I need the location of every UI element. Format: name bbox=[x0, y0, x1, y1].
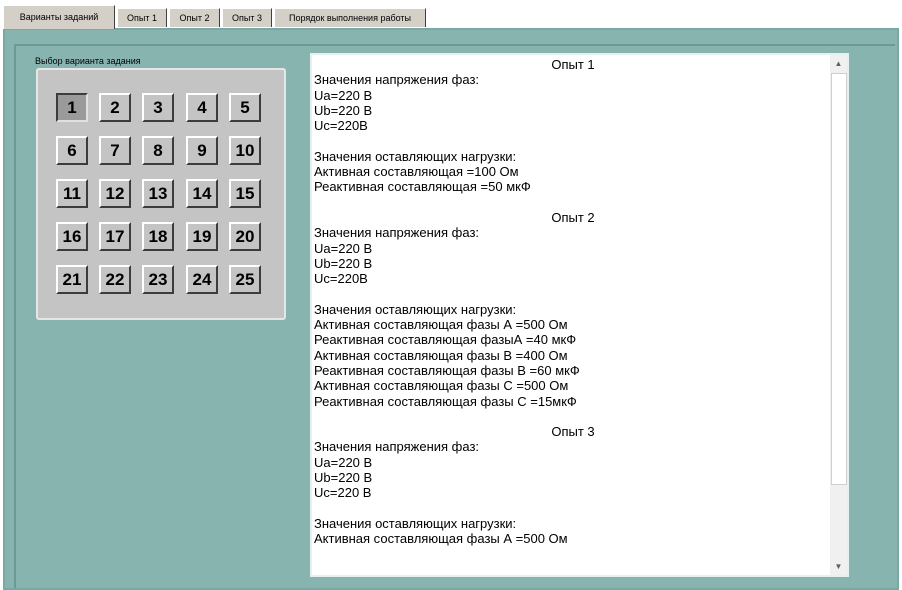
variant-button-12[interactable]: 12 bbox=[99, 179, 131, 208]
text-line: Ub=220 В bbox=[314, 470, 373, 486]
text-line: Ua=220 В bbox=[314, 454, 373, 470]
variant-button-17[interactable]: 17 bbox=[99, 222, 131, 251]
variant-group-label: Выбор варианта задания bbox=[35, 56, 141, 66]
variant-button-19[interactable]: 19 bbox=[186, 222, 218, 251]
text-line: Ua=220 В bbox=[314, 240, 373, 256]
text-line: Значения напряжения фаз: bbox=[314, 225, 480, 241]
text-line: Значения оставляющих нагрузки: bbox=[314, 148, 517, 164]
text-line: Значения напряжения фаз: bbox=[314, 439, 480, 455]
text-line: Uc=220В bbox=[314, 118, 368, 134]
text-line bbox=[314, 286, 832, 301]
tab-experiment-3[interactable]: Опыт 3 bbox=[222, 8, 272, 27]
variant-button-10[interactable]: 10 bbox=[229, 136, 261, 165]
tab-strip: Варианты заданий Опыт 1 Опыт 2 Опыт 3 По… bbox=[0, 5, 902, 29]
section-heading: Опыт 3 bbox=[551, 424, 595, 440]
text-line bbox=[314, 133, 832, 148]
text-line: Активная составляющая =100 Ом bbox=[314, 164, 519, 180]
variant-button-20[interactable]: 20 bbox=[229, 222, 261, 251]
down-arrow-icon[interactable]: ▼ bbox=[830, 558, 847, 575]
variant-button-7[interactable]: 7 bbox=[99, 136, 131, 165]
text-line bbox=[314, 501, 832, 516]
text-line: Реактивная составляющая фазыА =40 мкФ bbox=[314, 332, 577, 348]
text-line: Ub=220 В bbox=[314, 255, 373, 271]
text-line: Активная составляющая фазы С =500 Ом bbox=[314, 378, 569, 394]
variant-button-21[interactable]: 21 bbox=[56, 265, 88, 294]
variant-button-9[interactable]: 9 bbox=[186, 136, 218, 165]
variant-button-5[interactable]: 5 bbox=[229, 93, 261, 122]
text-line: Активная составляющая фазы А =500 Ом bbox=[314, 531, 568, 547]
section-heading: Опыт 2 bbox=[551, 209, 595, 225]
tab-experiment-1[interactable]: Опыт 1 bbox=[117, 8, 167, 27]
experiments-text-content: Опыт 1 Значения напряжения фаз: Ua=220 В Ub… bbox=[314, 57, 832, 547]
scrollbar-thumb[interactable] bbox=[831, 73, 847, 485]
variant-button-3[interactable]: 3 bbox=[142, 93, 174, 122]
variant-button-6[interactable]: 6 bbox=[56, 136, 88, 165]
variant-button-25[interactable]: 25 bbox=[229, 265, 261, 294]
text-line: Значения оставляющих нагрузки: bbox=[314, 301, 517, 317]
text-line: Значения напряжения фаз: bbox=[314, 72, 480, 88]
variant-button-14[interactable]: 14 bbox=[186, 179, 218, 208]
tab-experiment-2[interactable]: Опыт 2 bbox=[169, 8, 220, 27]
variant-button-8[interactable]: 8 bbox=[142, 136, 174, 165]
variant-button-23[interactable]: 23 bbox=[142, 265, 174, 294]
text-line: Uc=220 В bbox=[314, 485, 372, 501]
variant-button-1[interactable]: 1 bbox=[56, 93, 88, 122]
variant-button-2[interactable]: 2 bbox=[99, 93, 131, 122]
variant-button-24[interactable]: 24 bbox=[186, 265, 218, 294]
variant-button-11[interactable]: 11 bbox=[56, 179, 88, 208]
variant-button-13[interactable]: 13 bbox=[142, 179, 174, 208]
variant-button-22[interactable]: 22 bbox=[99, 265, 131, 294]
text-line: Ub=220 В bbox=[314, 102, 373, 118]
text-line: Активная составляющая фазы В =400 Ом bbox=[314, 347, 568, 363]
variant-button-18[interactable]: 18 bbox=[142, 222, 174, 251]
text-line: Реактивная составляющая =50 мкФ bbox=[314, 179, 531, 195]
text-line: Ua=220 В bbox=[314, 87, 373, 103]
variant-group-box: 1 2 3 4 5 6 7 8 9 10 11 12 13 14 15 16 17 18 19 20 21 22 23 24 2… bbox=[36, 68, 286, 320]
variant-button-16[interactable]: 16 bbox=[56, 222, 88, 251]
text-line: Активная составляющая фазы А =500 Ом bbox=[314, 317, 568, 333]
text-line bbox=[314, 409, 832, 424]
text-line bbox=[314, 195, 832, 210]
tab-variants[interactable]: Варианты заданий bbox=[3, 5, 115, 29]
vertical-scrollbar[interactable]: ▲ ▼ bbox=[830, 55, 847, 575]
text-line: Uc=220В bbox=[314, 271, 368, 287]
variant-button-15[interactable]: 15 bbox=[229, 179, 261, 208]
section-heading: Опыт 1 bbox=[551, 57, 595, 72]
experiments-text-area[interactable]: Опыт 1 Значения напряжения фаз: Ua=220 В Ub… bbox=[310, 53, 849, 577]
text-line: Реактивная составляющая фазы С =15мкФ bbox=[314, 393, 577, 409]
tab-procedure[interactable]: Порядок выполнения работы bbox=[274, 8, 426, 27]
text-line: Реактивная составляющая фазы В =60 мкФ bbox=[314, 362, 580, 378]
up-arrow-icon[interactable]: ▲ bbox=[830, 55, 847, 72]
variant-button-4[interactable]: 4 bbox=[186, 93, 218, 122]
text-line: Значения оставляющих нагрузки: bbox=[314, 515, 517, 531]
